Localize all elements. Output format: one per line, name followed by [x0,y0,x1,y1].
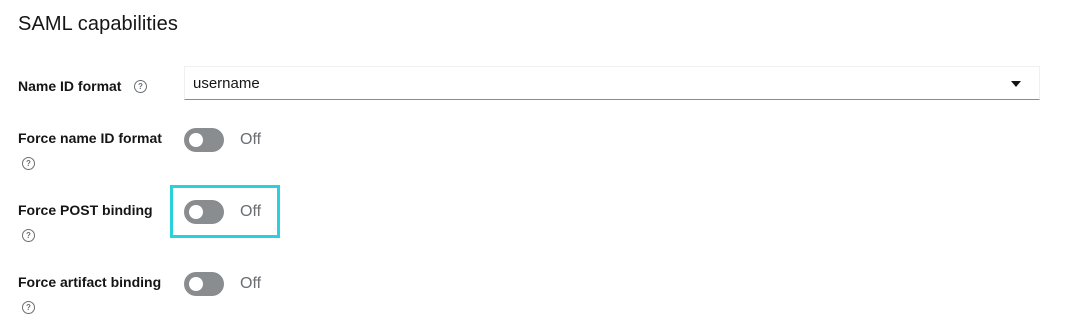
force-post-binding-toggle[interactable] [184,200,224,224]
force-name-id-format-state: Off [240,131,262,148]
force-post-binding-label: Force POST binding [18,202,153,218]
force-artifact-binding-label-row: Force artifact binding [18,273,161,292]
caret-down-icon [1011,81,1021,87]
section-title: SAML capabilities [18,13,178,35]
force-artifact-binding-toggle[interactable] [184,272,224,296]
force-artifact-binding-state: Off [240,275,262,292]
force-post-binding-label-row: Force POST binding [18,201,153,220]
name-id-format-label: Name ID format [18,78,122,94]
help-circle-icon[interactable]: ? [22,301,35,315]
force-name-id-format-label-row: Force name ID format [18,129,162,148]
force-name-id-format-label: Force name ID format [18,130,162,146]
force-name-id-format-toggle[interactable] [184,128,224,152]
force-post-binding-help-row: ? [22,227,35,245]
help-circle-icon[interactable]: ? [133,80,147,94]
name-id-format-value: username [193,75,260,92]
toggle-knob [189,205,203,219]
toggle-knob [189,277,203,291]
force-post-binding-state: Off [240,203,262,220]
help-circle-icon[interactable]: ? [22,157,35,171]
name-id-format-label-row: Name ID format ? [18,77,147,96]
force-artifact-binding-label: Force artifact binding [18,274,162,290]
name-id-format-select[interactable]: username [184,66,1040,100]
toggle-knob [189,133,203,147]
help-circle-icon[interactable]: ? [22,229,35,243]
saml-capabilities-panel: SAML capabilities Name ID format ? usern… [0,0,1080,323]
force-name-id-format-help-row: ? [22,155,35,173]
force-artifact-binding-help-row: ? [22,299,35,317]
